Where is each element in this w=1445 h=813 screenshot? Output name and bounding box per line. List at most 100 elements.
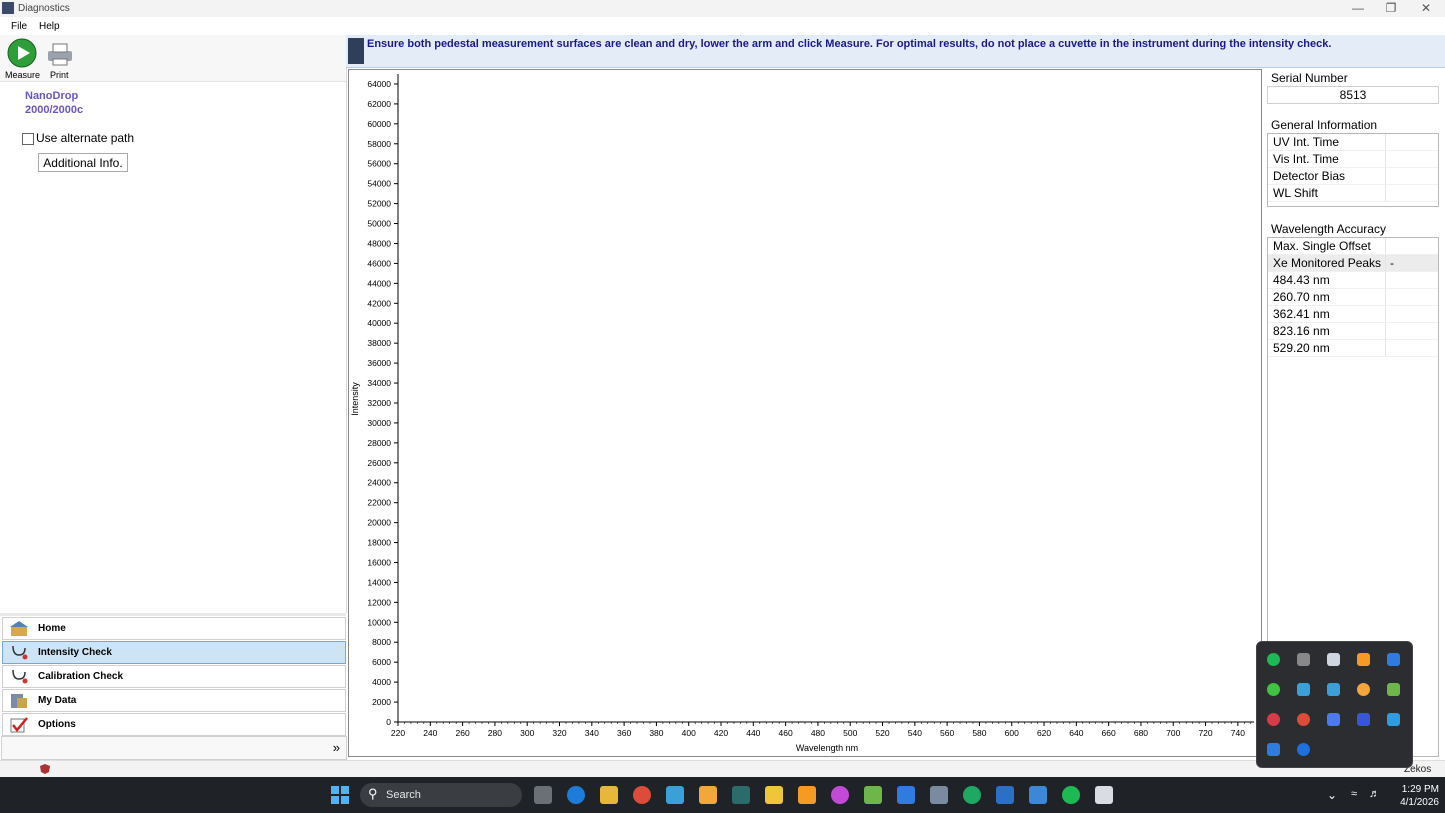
column-divider [1385, 151, 1386, 167]
chrome-icon[interactable] [633, 786, 651, 804]
nav-item-calibration-check[interactable]: Calibration Check [2, 665, 346, 688]
device-tray-icon[interactable] [1297, 653, 1310, 666]
x-tick-label: 320 [552, 728, 566, 738]
row-key: 484.43 nm [1273, 273, 1330, 287]
phone-icon[interactable] [963, 786, 981, 804]
taskbar-search[interactable]: ⚲ Search [360, 783, 522, 807]
row-key: Max. Single Offset [1273, 239, 1371, 253]
nav-item-home[interactable]: Home [2, 617, 346, 640]
y-tick-label: 46000 [367, 258, 391, 268]
volume-icon[interactable]: ♬ [1369, 788, 1380, 800]
search-tray-icon[interactable] [1357, 653, 1370, 666]
wifi-icon[interactable]: ≈ [1351, 788, 1357, 800]
dropbox-tray-icon[interactable] [1327, 653, 1340, 666]
file-explorer-icon[interactable] [600, 786, 618, 804]
chrome-tray-icon[interactable] [1297, 713, 1310, 726]
alert-tray-icon[interactable] [1387, 713, 1400, 726]
app-icon-blue2[interactable] [996, 786, 1014, 804]
x-tick-label: 700 [1166, 728, 1180, 738]
row-key: Vis Int. Time [1273, 152, 1339, 166]
x-tick-label: 380 [649, 728, 663, 738]
y-tick-label: 14000 [367, 577, 391, 587]
calculator-icon[interactable] [930, 786, 948, 804]
malwarebytes-tray-icon[interactable] [1357, 713, 1370, 726]
nav-label: Home [38, 623, 66, 634]
measure-button[interactable]: Measure [3, 37, 41, 81]
x-tick-label: 660 [1102, 728, 1116, 738]
defender-tray-icon[interactable] [1387, 653, 1400, 666]
x-tick-label: 260 [456, 728, 470, 738]
copilot-icon[interactable] [831, 786, 849, 804]
row-key: 529.20 nm [1273, 341, 1330, 355]
nav-item-my-data[interactable]: My Data [2, 689, 346, 712]
spotify-tray-icon[interactable] [1267, 653, 1280, 666]
y-tick-label: 22000 [367, 498, 391, 508]
x-tick-label: 480 [811, 728, 825, 738]
close-icon[interactable]: ✕ [1416, 1, 1436, 15]
y-tick-label: 52000 [367, 199, 391, 209]
column-divider [1385, 272, 1386, 288]
task-view-icon[interactable] [534, 786, 552, 804]
menu-help[interactable]: Help [39, 21, 60, 32]
x-tick-label: 340 [585, 728, 599, 738]
alternate-path-label: Use alternate path [36, 131, 135, 145]
column-divider [1385, 134, 1386, 150]
app-tray-icon-3[interactable] [1357, 683, 1370, 696]
restore-icon[interactable]: ❐ [1381, 1, 1401, 15]
app-icon-blue[interactable] [666, 786, 684, 804]
x-tick-label: 300 [520, 728, 534, 738]
mail-app-icon[interactable] [567, 786, 585, 804]
x-tick-label: 400 [682, 728, 696, 738]
print-button[interactable]: Print [44, 37, 76, 81]
app-icon-yellow[interactable] [765, 786, 783, 804]
panel-splitter[interactable] [0, 613, 346, 616]
todo-icon[interactable] [897, 786, 915, 804]
clock[interactable]: 1:29 PM 4/1/2026 [1389, 783, 1439, 809]
bluetooth-tray-icon[interactable] [1297, 743, 1310, 756]
y-tick-label: 42000 [367, 298, 391, 308]
minimize-icon[interactable]: — [1348, 1, 1368, 15]
gear-tray-icon[interactable] [1267, 683, 1280, 696]
column-divider [1385, 323, 1386, 339]
nvidia-tray-icon[interactable] [1387, 683, 1400, 696]
x-tick-label: 240 [423, 728, 437, 738]
windows-start-icon[interactable] [331, 786, 349, 804]
general-info-label: General Information [1271, 118, 1378, 132]
y-tick-label: 8000 [372, 637, 391, 647]
app-tray-icon[interactable] [1297, 683, 1310, 696]
notepad-icon[interactable] [1029, 786, 1047, 804]
stethoscope-icon [12, 669, 28, 684]
row-key: Xe Monitored Peaks [1273, 256, 1382, 270]
app-tray-icon-5[interactable] [1267, 743, 1280, 756]
y-tick-label: 60000 [367, 119, 391, 129]
menu-file[interactable]: File [11, 21, 27, 32]
additional-info-button[interactable]: Additional Info. [38, 153, 128, 172]
star-tray-icon[interactable] [1327, 713, 1340, 726]
nav-item-options[interactable]: Options [2, 713, 346, 736]
chart-svg: 0 2000 4000 6000 8000 10000 12000 14000 16000 180… [350, 74, 1254, 753]
table-row: WL Shift [1268, 185, 1438, 202]
column-divider [1385, 185, 1386, 201]
spotify-icon[interactable] [1062, 786, 1080, 804]
search-app-icon[interactable] [798, 786, 816, 804]
diagnostics-app-icon[interactable] [1095, 786, 1113, 804]
y-tick-label: 18000 [367, 538, 391, 548]
y-tick-label: 26000 [367, 458, 391, 468]
nav-footer: » [1, 736, 347, 760]
app-icon-green[interactable] [864, 786, 882, 804]
instrument-name: NanoDrop 2000/2000c [25, 89, 83, 117]
app-tray-icon-2[interactable] [1327, 683, 1340, 696]
x-tick-label: 540 [908, 728, 922, 738]
column-divider [1385, 289, 1386, 305]
app-icon-orange[interactable] [699, 786, 717, 804]
nav-item-intensity-check[interactable]: Intensity Check [2, 641, 346, 664]
tray-chevron-icon[interactable]: ⌄ [1327, 788, 1337, 802]
alternate-path-checkbox[interactable] [22, 133, 34, 145]
x-tick-label: 600 [1005, 728, 1019, 738]
app-icon-teal[interactable] [732, 786, 750, 804]
y-tick-label: 0 [386, 717, 391, 727]
instruction-banner: Ensure both pedestal measurement surface… [346, 35, 1445, 68]
app-tray-icon-4[interactable] [1267, 713, 1280, 726]
expand-chevron-icon[interactable]: » [333, 740, 340, 755]
column-divider [1385, 168, 1386, 184]
